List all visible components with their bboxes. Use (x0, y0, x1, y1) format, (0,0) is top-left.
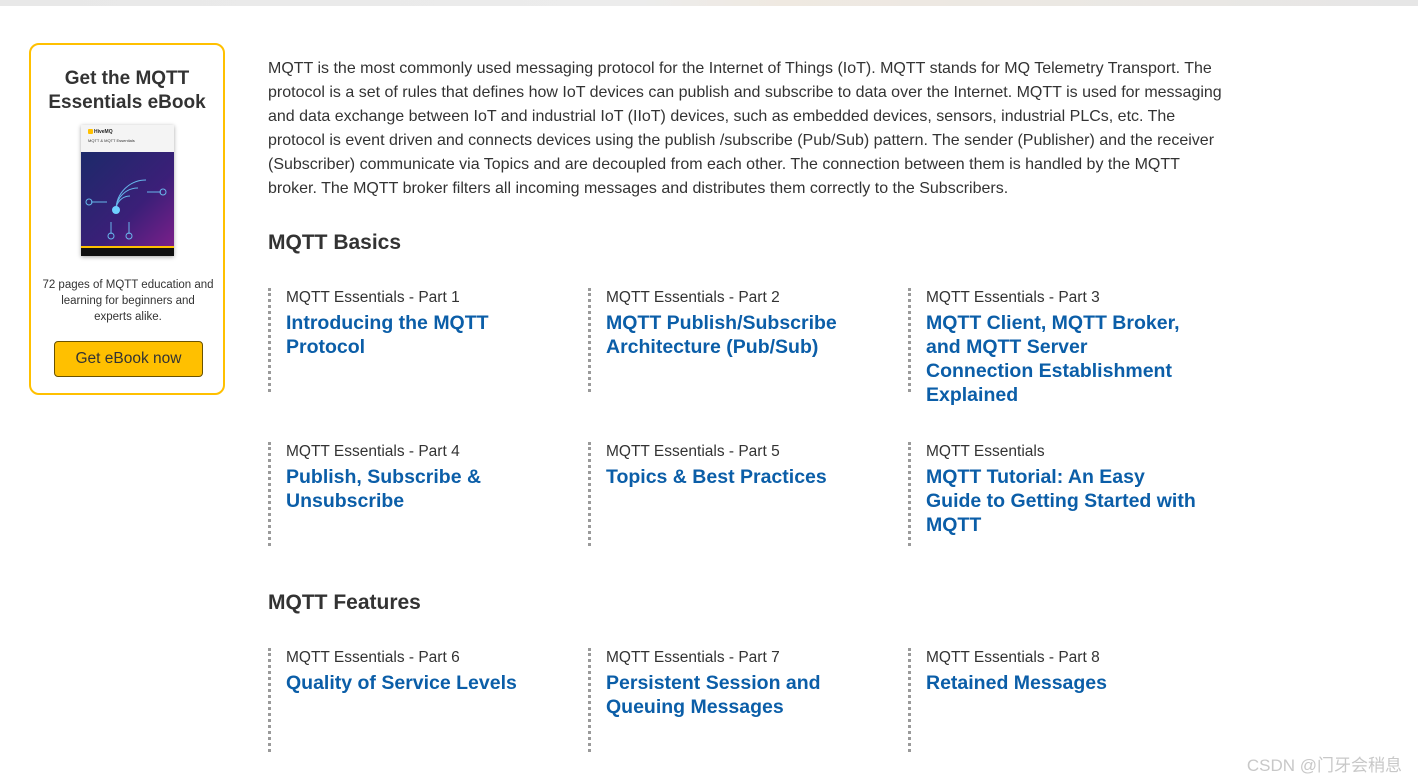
article-kicker: MQTT Essentials - Part 2 (606, 289, 780, 306)
section-title-basics: MQTT Basics (268, 231, 402, 254)
article-card[interactable]: MQTT Essentials - Part 2 MQTT Publish/Su… (588, 288, 888, 392)
article-card[interactable]: MQTT Essentials - Part 8 Retained Messag… (908, 648, 1208, 752)
ebook-promo-card: Get the MQTT Essentials eBook HiveMQ MQT… (29, 43, 225, 395)
article-card[interactable]: MQTT Essentials - Part 7 Persistent Sess… (588, 648, 888, 752)
article-kicker: MQTT Essentials - Part 4 (286, 443, 460, 460)
article-link[interactable]: Persistent Session and Queuing Messages (606, 671, 826, 719)
article-kicker: MQTT Essentials - Part 3 (926, 289, 1100, 306)
cover-footer (81, 246, 174, 256)
article-card[interactable]: MQTT Essentials - Part 4 Publish, Subscr… (268, 442, 568, 546)
article-link[interactable]: Publish, Subscribe & Unsubscribe (286, 465, 486, 513)
ebook-title: Get the MQTT Essentials eBook (48, 68, 206, 113)
article-link[interactable]: Introducing the MQTT Protocol (286, 311, 568, 359)
ebook-description: 72 pages of MQTT education and learning … (42, 279, 214, 323)
cover-title: MQTT & MQTT Essentials (88, 138, 135, 143)
article-link[interactable]: Quality of Service Levels (286, 671, 568, 695)
article-kicker: MQTT Essentials - Part 7 (606, 649, 780, 666)
header-image-strip (0, 0, 1418, 6)
article-link[interactable]: MQTT Client, MQTT Broker, and MQTT Serve… (926, 311, 1196, 407)
article-card[interactable]: MQTT Essentials MQTT Tutorial: An Easy G… (908, 442, 1208, 546)
cover-logo: HiveMQ (88, 129, 113, 135)
article-card[interactable]: MQTT Essentials - Part 1 Introducing the… (268, 288, 568, 392)
article-kicker: MQTT Essentials - Part 6 (286, 649, 460, 666)
article-link[interactable]: MQTT Publish/Subscribe Architecture (Pub… (606, 311, 846, 359)
article-card[interactable]: MQTT Essentials - Part 3 MQTT Client, MQ… (908, 288, 1208, 406)
csdn-watermark: CSDN @门牙会稍息 (1246, 756, 1402, 775)
ebook-cover-image[interactable]: HiveMQ MQTT & MQTT Essentials (81, 125, 174, 256)
article-kicker: MQTT Essentials - Part 1 (286, 289, 460, 306)
article-kicker: MQTT Essentials (926, 443, 1045, 460)
intro-paragraph: MQTT is the most commonly used messaging… (268, 60, 1222, 197)
get-ebook-button[interactable]: Get eBook now (54, 341, 203, 377)
wifi-network-illustration (81, 152, 174, 246)
article-card[interactable]: MQTT Essentials - Part 6 Quality of Serv… (268, 648, 568, 752)
section-title-features: MQTT Features (268, 591, 421, 614)
article-kicker: MQTT Essentials - Part 8 (926, 649, 1100, 666)
article-kicker: MQTT Essentials - Part 5 (606, 443, 780, 460)
article-link[interactable]: Retained Messages (926, 671, 1208, 695)
article-link[interactable]: MQTT Tutorial: An Easy Guide to Getting … (926, 465, 1201, 537)
article-link[interactable]: Topics & Best Practices (606, 465, 888, 489)
article-card[interactable]: MQTT Essentials - Part 5 Topics & Best P… (588, 442, 888, 546)
